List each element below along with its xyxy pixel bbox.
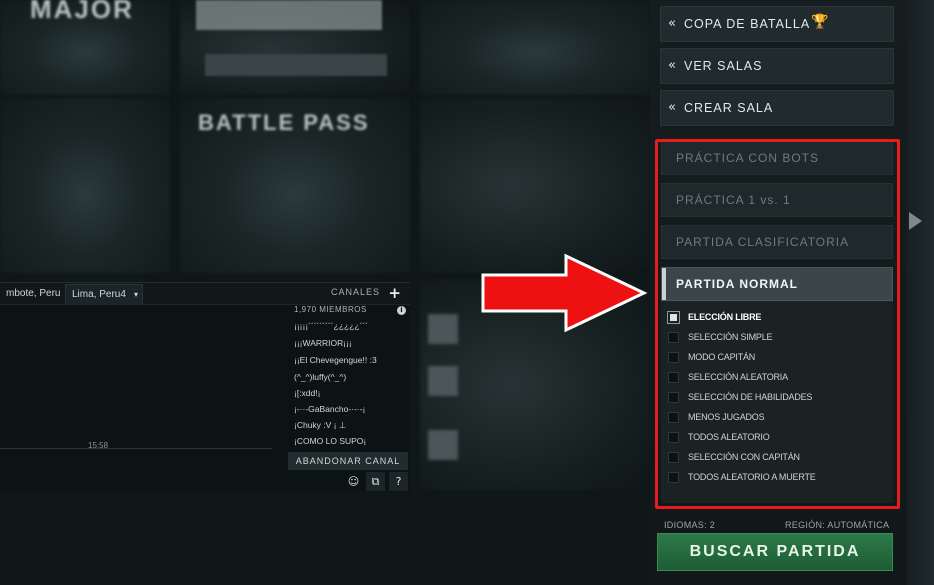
chat-panel: mbote, Peru Lima, Peru4 ▾ CANALES + 15:5… bbox=[0, 282, 410, 492]
help-icon[interactable]: ? bbox=[389, 472, 408, 491]
members-count: 1,970 MIEMBROS bbox=[294, 305, 367, 314]
member-item[interactable]: ¡-··-GaBancho-·-·-¡ bbox=[294, 404, 365, 414]
panel-edge bbox=[907, 0, 934, 585]
chat-tab-lima-label: Lima, Peru4 bbox=[72, 289, 126, 300]
member-item[interactable]: ¡COMO LO SUPO¡ bbox=[294, 436, 366, 446]
chat-tab-lima[interactable]: Lima, Peru4 ▾ bbox=[65, 284, 143, 304]
languages-label[interactable]: IDIOMAS: 2 bbox=[664, 520, 715, 530]
featured-tile-right bbox=[420, 0, 650, 95]
leave-channel-button[interactable]: ABANDONAR CANAL bbox=[288, 452, 408, 470]
info-icon[interactable]: i bbox=[397, 306, 406, 315]
region-label[interactable]: REGIÓN: AUTOMÁTICA bbox=[785, 520, 889, 530]
news-avatar-2 bbox=[428, 366, 458, 396]
battle-cup-button[interactable]: « COPA DE BATALLA 🏆 bbox=[660, 6, 894, 42]
double-chevron-left-icon: « bbox=[668, 58, 676, 73]
chat-timeline-divider bbox=[0, 448, 272, 449]
news-avatar-1 bbox=[428, 314, 458, 344]
view-lobbies-label: VER SALAS bbox=[684, 59, 763, 73]
major-text: MAJOR bbox=[30, 0, 134, 24]
view-lobbies-button[interactable]: « VER SALAS bbox=[660, 48, 894, 84]
chat-tab-chimbote[interactable]: mbote, Peru bbox=[0, 284, 66, 304]
collapse-panel-arrow-icon[interactable] bbox=[909, 212, 922, 230]
channels-label[interactable]: CANALES bbox=[331, 287, 380, 297]
featured-button bbox=[205, 54, 387, 76]
annotation-arrow-icon bbox=[481, 253, 648, 333]
member-item[interactable]: ¡¡¡¡¡´´´´´´´´´¿¿¿¿¿´´´ bbox=[294, 321, 368, 331]
chat-tab-bar: mbote, Peru Lima, Peru4 ▾ CANALES + bbox=[0, 283, 410, 305]
member-item[interactable]: ¡¡El Chevegengue!! :3 bbox=[294, 355, 377, 365]
popout-icon[interactable]: ⧉ bbox=[366, 472, 385, 491]
trophy-icon: 🏆 bbox=[811, 14, 829, 30]
find-match-button[interactable]: BUSCAR PARTIDA bbox=[657, 533, 893, 571]
create-lobby-label: CREAR SALA bbox=[684, 101, 774, 115]
add-channel-icon[interactable]: + bbox=[388, 284, 401, 302]
member-item[interactable]: ¡[:xdd!¡ bbox=[294, 388, 320, 398]
highlight-box bbox=[655, 139, 900, 509]
double-chevron-left-icon: « bbox=[668, 100, 676, 115]
chevron-down-icon: ▾ bbox=[133, 290, 138, 299]
hero-tile-left bbox=[0, 98, 170, 273]
battle-cup-label: COPA DE BATALLA bbox=[684, 17, 811, 31]
create-lobby-button[interactable]: « CREAR SALA bbox=[660, 90, 894, 126]
double-chevron-left-icon: « bbox=[668, 16, 676, 31]
member-item[interactable]: (^_^)luffy(^_^) bbox=[294, 372, 346, 382]
member-item[interactable]: ¡Chuky :V ¡ ⊥ bbox=[294, 420, 346, 431]
find-match-label: BUSCAR PARTIDA bbox=[689, 543, 861, 560]
featured-banner bbox=[196, 0, 382, 30]
chat-timestamp: 15:58 bbox=[88, 441, 109, 450]
emoji-icon[interactable]: ☺ bbox=[344, 472, 363, 491]
battlepass-text: BATTLE PASS bbox=[198, 110, 370, 135]
map-tile bbox=[420, 98, 650, 273]
member-item[interactable]: ¡¡¡WARRIOR¡¡¡ bbox=[294, 338, 352, 348]
news-avatar-3 bbox=[428, 430, 458, 460]
